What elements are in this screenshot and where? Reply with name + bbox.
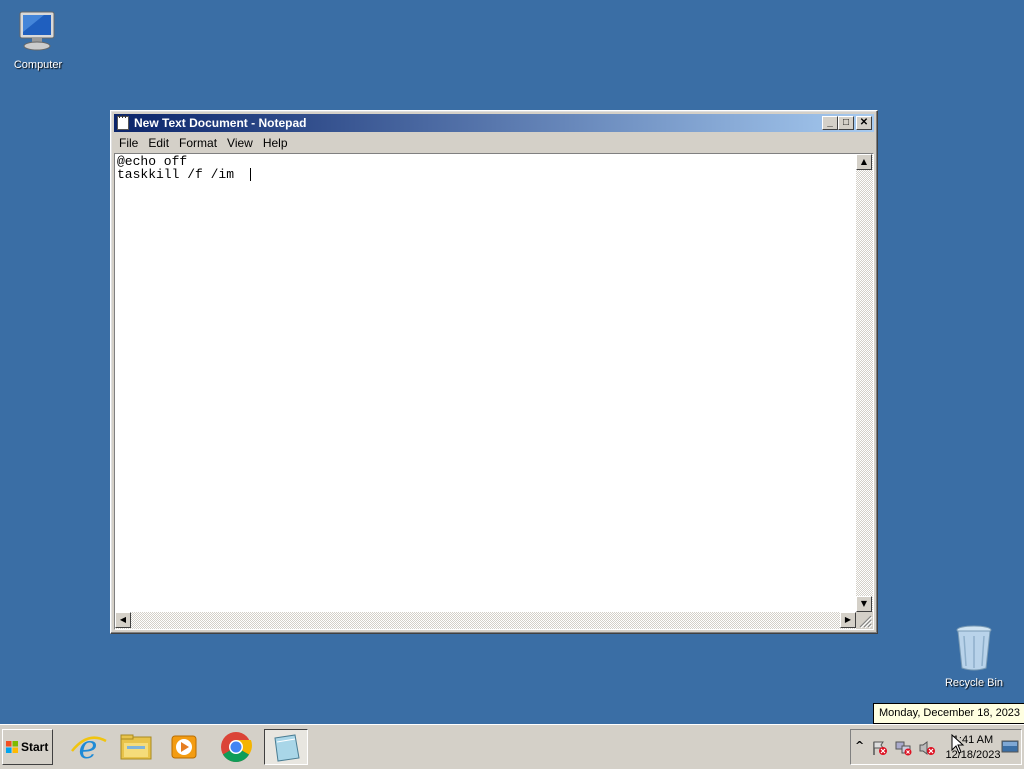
menu-bar: File Edit Format View Help bbox=[114, 133, 874, 152]
action-center-flag-icon[interactable] bbox=[871, 740, 889, 756]
windows-flag-icon bbox=[6, 741, 18, 753]
chrome-icon bbox=[221, 732, 252, 763]
taskbar: Start e ^ 1:41 AM 12/18/2023 bbox=[0, 724, 1024, 769]
maximize-button[interactable]: □ bbox=[838, 116, 854, 130]
minimize-icon: _ bbox=[827, 117, 833, 128]
mouse-cursor-icon bbox=[951, 734, 965, 754]
close-button[interactable]: ✕ bbox=[856, 116, 872, 130]
recycle-bin-icon bbox=[936, 624, 1012, 675]
scroll-up-button[interactable]: ▲ bbox=[856, 154, 872, 170]
horizontal-scrollbar[interactable]: ◀ ▶ bbox=[115, 612, 856, 629]
vertical-scrollbar[interactable]: ▲ ▼ bbox=[856, 154, 873, 612]
file-explorer-icon bbox=[120, 734, 152, 760]
text-caret bbox=[249, 168, 251, 181]
scroll-left-button[interactable]: ◀ bbox=[115, 612, 131, 628]
start-button[interactable]: Start bbox=[2, 729, 53, 765]
desktop-icon-computer[interactable]: Computer bbox=[0, 10, 76, 71]
editor-line: taskkill /f /im bbox=[117, 168, 854, 181]
computer-icon bbox=[0, 10, 76, 57]
volume-muted-icon[interactable] bbox=[919, 740, 937, 756]
menu-view[interactable]: View bbox=[222, 133, 258, 150]
notepad-icon bbox=[117, 115, 129, 130]
internet-explorer-icon: e bbox=[71, 728, 107, 766]
taskbar-file-explorer[interactable] bbox=[114, 729, 158, 765]
show-desktop-icon[interactable] bbox=[1001, 740, 1019, 754]
desktop-icon-label: Computer bbox=[13, 59, 63, 71]
editor-line-text: taskkill /f /im bbox=[117, 167, 242, 182]
taskbar-internet-explorer[interactable]: e bbox=[66, 728, 110, 766]
date-tooltip: Monday, December 18, 2023 bbox=[873, 703, 1024, 724]
notepad-icon bbox=[274, 734, 300, 762]
resize-grip[interactable] bbox=[856, 612, 873, 629]
start-label: Start bbox=[21, 740, 49, 754]
text-editor[interactable]: @echo off taskkill /f /im bbox=[115, 154, 856, 612]
desktop-icon-label: Recycle Bin bbox=[944, 677, 1004, 689]
network-icon[interactable] bbox=[895, 740, 913, 756]
minimize-button[interactable]: _ bbox=[822, 116, 838, 130]
menu-help[interactable]: Help bbox=[258, 133, 293, 150]
menu-edit[interactable]: Edit bbox=[143, 133, 174, 150]
desktop-icon-recycle-bin[interactable]: Recycle Bin bbox=[936, 624, 1012, 689]
taskbar-chrome[interactable] bbox=[214, 729, 258, 765]
svg-text:e: e bbox=[79, 729, 98, 765]
scroll-down-button[interactable]: ▼ bbox=[856, 596, 872, 612]
scroll-right-button[interactable]: ▶ bbox=[840, 612, 856, 628]
taskbar-notepad[interactable] bbox=[264, 729, 308, 765]
close-icon: ✕ bbox=[859, 117, 869, 128]
show-hidden-icons-chevron[interactable]: ^ bbox=[855, 739, 864, 752]
notepad-window[interactable]: New Text Document - Notepad _ □ ✕ File Ed… bbox=[110, 110, 878, 634]
menu-format[interactable]: Format bbox=[174, 133, 222, 150]
editor-frame: @echo off taskkill /f /im ▲ ▼ ◀ ▶ bbox=[114, 153, 874, 630]
title-bar[interactable]: New Text Document - Notepad _ □ ✕ bbox=[114, 114, 874, 132]
system-tray: ^ 1:41 AM 12/18/2023 bbox=[850, 729, 1022, 765]
maximize-icon: □ bbox=[842, 117, 850, 128]
media-player-icon bbox=[171, 735, 197, 759]
menu-file[interactable]: File bbox=[114, 133, 143, 150]
taskbar-media-player[interactable] bbox=[162, 729, 206, 765]
window-title: New Text Document - Notepad bbox=[134, 116, 307, 130]
